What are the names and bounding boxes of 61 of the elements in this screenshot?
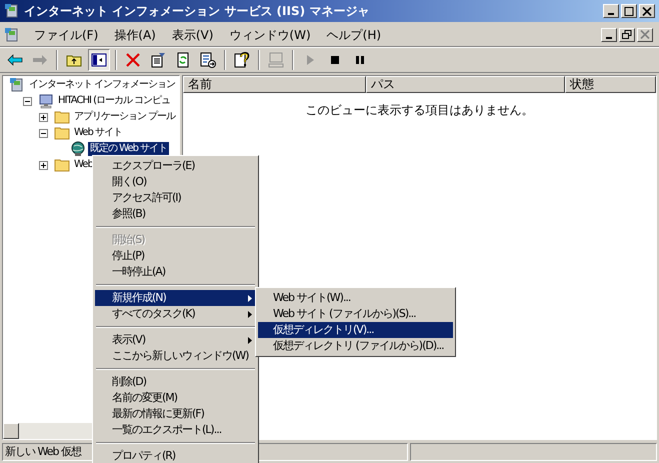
maximize-button[interactable] <box>621 4 637 18</box>
context-menu-item[interactable]: 停止(P) <box>95 248 256 264</box>
window-title: インターネット インフォメーション サービス (IIS) マネージャ <box>24 3 370 20</box>
collapse-icon[interactable] <box>23 96 32 106</box>
minimize-icon <box>608 13 614 15</box>
submenu-arrow-icon <box>248 310 252 318</box>
tree-pane-icon[interactable] <box>88 49 110 71</box>
tree-item[interactable]: HITACHI (ローカル コンピュ <box>56 94 172 108</box>
menu-item[interactable]: 操作(A) <box>106 26 164 44</box>
close-icon <box>642 6 652 16</box>
close-button[interactable] <box>639 4 655 18</box>
context-menu-item[interactable]: エクスプローラ(E) <box>95 158 256 174</box>
document-icon <box>4 26 20 42</box>
maximize-icon <box>624 6 634 16</box>
close-icon <box>640 30 650 39</box>
restore-button[interactable] <box>619 28 635 42</box>
context-menu-item[interactable]: 参照(B) <box>95 206 256 222</box>
tree-item[interactable]: 既定の Web サイト <box>88 142 170 156</box>
context-menu-item[interactable]: 一時停止(A) <box>95 264 256 280</box>
tree-item[interactable]: インターネット インフォメーション <box>27 78 178 92</box>
minimize-button[interactable] <box>601 28 617 42</box>
context-menu-item[interactable]: 削除(D) <box>95 374 256 390</box>
app-icon <box>4 3 20 19</box>
context-menu-item[interactable]: 新規作成(N) <box>95 290 256 306</box>
submenu-item[interactable]: 仮想ディレクトリ(V)... <box>258 322 453 338</box>
column-header[interactable]: 状態 <box>565 76 656 93</box>
minimize-icon <box>606 36 612 38</box>
folder-icon <box>54 158 70 172</box>
computer-icon <box>38 93 54 109</box>
minimize-button[interactable] <box>603 4 619 18</box>
expand-icon[interactable] <box>39 112 48 122</box>
menu-item[interactable]: ウィンドウ(W) <box>221 26 319 44</box>
context-menu-item[interactable]: 開く(O) <box>95 174 256 190</box>
context-menu-item[interactable]: 名前の変更(M) <box>95 390 256 406</box>
expand-icon[interactable] <box>39 160 48 170</box>
column-header[interactable]: 名前 <box>183 76 366 93</box>
context-menu-item[interactable]: ここから新しいウィンドウ(W) <box>95 348 256 364</box>
context-menu-item[interactable]: すべてのタスク(K) <box>95 306 256 322</box>
submenu-item[interactable]: 仮想ディレクトリ (ファイルから)(D)... <box>258 338 453 354</box>
tree-item[interactable]: アプリケーション プール <box>72 110 178 124</box>
empty-message: このビューに表示する項目はありません。 <box>306 102 534 119</box>
submenu-item[interactable]: Web サイト (ファイルから)(S)... <box>258 306 453 322</box>
tree-item[interactable]: Web サイト <box>72 126 124 140</box>
restore-icon <box>622 30 632 39</box>
close-button[interactable] <box>637 28 653 42</box>
menu-item[interactable]: 表示(V) <box>164 26 222 44</box>
folder-icon <box>54 110 70 124</box>
menu-item[interactable]: ヘルプ(H) <box>318 26 390 44</box>
globe-icon <box>70 141 86 157</box>
submenu-arrow-icon <box>248 294 252 302</box>
collapse-icon[interactable] <box>39 128 48 138</box>
folder-icon <box>54 126 70 140</box>
server-icon <box>9 77 25 93</box>
context-menu-item[interactable]: 表示(V) <box>95 332 256 348</box>
menu-item[interactable]: ファイル(F) <box>26 26 106 44</box>
column-header[interactable]: パス <box>366 76 565 93</box>
context-menu-item[interactable]: 一覧のエクスポート(L)... <box>95 422 256 438</box>
context-menu-item[interactable]: 最新の情報に更新(F) <box>95 406 256 422</box>
context-menu-item[interactable]: アクセス許可(I) <box>95 190 256 206</box>
submenu-arrow-icon <box>248 336 252 344</box>
submenu-item[interactable]: Web サイト(W)... <box>258 290 453 306</box>
